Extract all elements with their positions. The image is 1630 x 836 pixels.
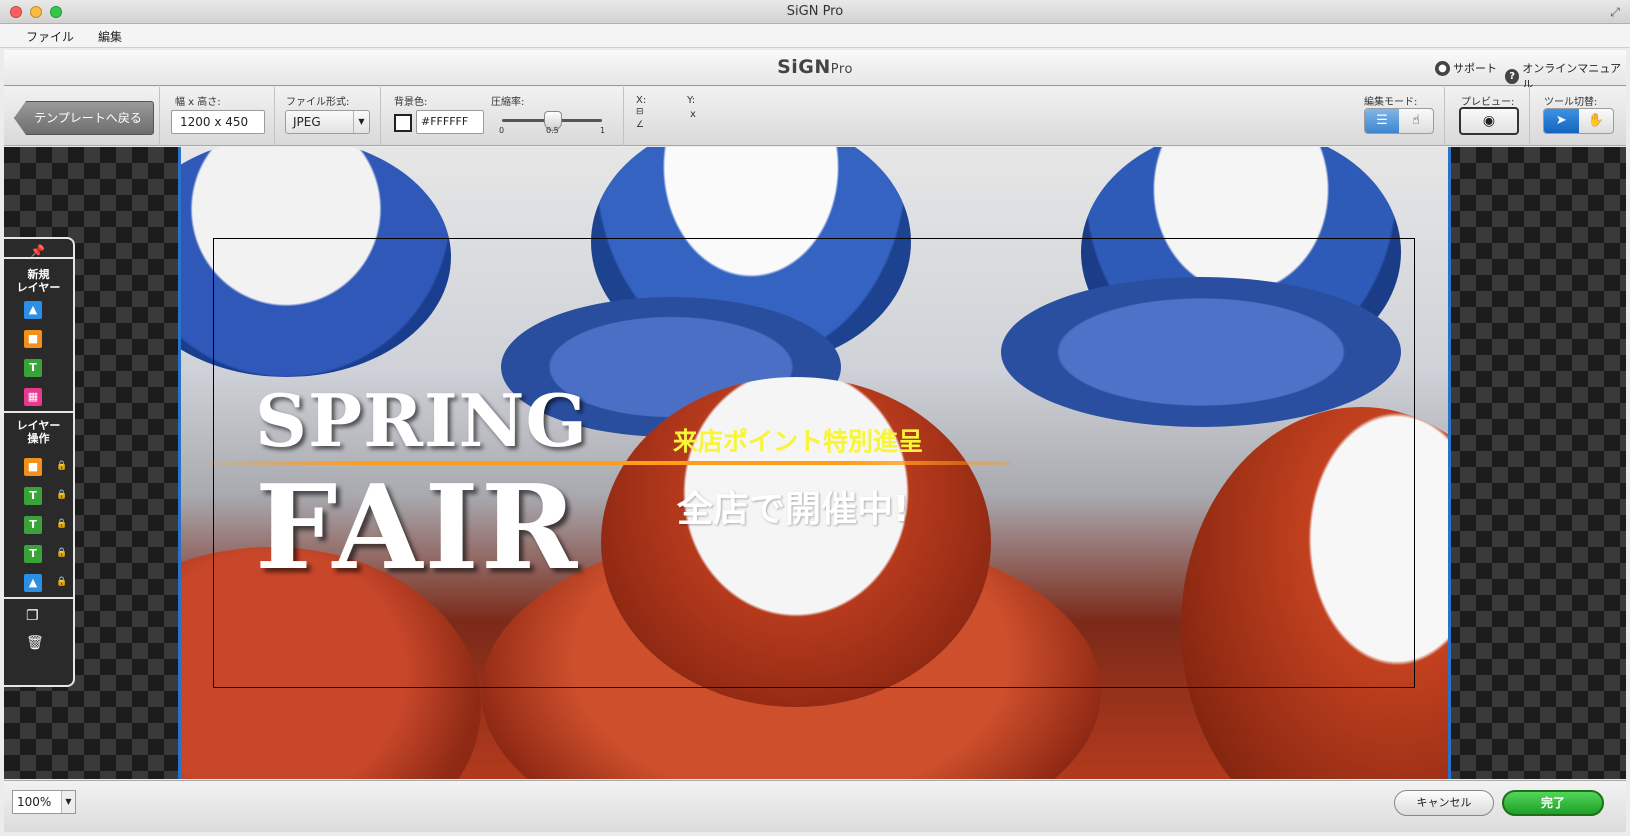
- headline-fair[interactable]: FAIR: [255, 460, 579, 596]
- support-label: サポート: [1453, 62, 1497, 75]
- layer-ops-title-1: レイヤー: [16, 419, 61, 432]
- position-icon: ⊟: [636, 107, 644, 117]
- pin-icon[interactable]: 📌: [30, 244, 45, 258]
- back-to-templates-button[interactable]: テンプレートへ戻る: [14, 101, 154, 135]
- headline-spring[interactable]: SPRING: [255, 378, 588, 463]
- tool-switch-label: ツール切替:: [1544, 97, 1598, 108]
- layer-item-text[interactable]: T: [24, 487, 42, 505]
- new-layer-title-1: 新規: [27, 268, 50, 281]
- file-format-value: JPEG: [293, 115, 321, 129]
- size-separator: x: [690, 109, 696, 120]
- app-logo: SiGNPro: [777, 56, 853, 78]
- layer-item-shape[interactable]: ■: [24, 458, 42, 476]
- tool-switch-toggle[interactable]: ➤ ✋: [1543, 108, 1614, 134]
- background-color-field[interactable]: #FFFFFF: [416, 110, 484, 134]
- size-field[interactable]: 1200 x 450: [171, 110, 265, 134]
- chevron-down-icon: ▼: [61, 791, 75, 813]
- layer-ops-title-2: 操作: [27, 432, 50, 445]
- window-titlebar: SiGN Pro ⤢: [0, 0, 1630, 24]
- compression-label: 圧縮率:: [491, 97, 525, 108]
- file-format-select[interactable]: JPEG ▼: [285, 110, 370, 134]
- promo-text-yellow[interactable]: 来店ポイント特別進呈: [673, 422, 923, 458]
- promo-text-white[interactable]: 全店で開催中!: [677, 480, 909, 532]
- new-table-layer-button[interactable]: ▦: [24, 388, 42, 406]
- slider-mid-tick: 0.5: [546, 126, 559, 135]
- file-format-label: ファイル形式:: [286, 97, 350, 108]
- slider-max-tick: 1: [600, 126, 606, 135]
- lock-icon[interactable]: 🔒: [56, 548, 67, 558]
- bottom-bar: [4, 780, 1626, 832]
- layer-mode-icon[interactable]: ☰: [1365, 109, 1399, 133]
- slider-min-tick: 0: [499, 126, 505, 135]
- background-color-swatch[interactable]: [394, 114, 412, 132]
- new-image-layer-button[interactable]: ▲: [24, 301, 42, 319]
- cancel-button[interactable]: キャンセル: [1394, 790, 1494, 816]
- new-shape-layer-button[interactable]: ■: [24, 330, 42, 348]
- layer-panel: 📌 新規 レイヤー ▲ ■ T ▦ レイヤー 操作 ■ 🔒 T 🔒 T 🔒 T …: [4, 237, 75, 687]
- menu-bar: ファイル 編集: [0, 24, 1630, 48]
- angle-icon: ∠: [636, 120, 645, 130]
- lock-icon[interactable]: 🔒: [56, 461, 67, 471]
- size-label: 幅 x 高さ:: [175, 97, 221, 108]
- layer-item-image[interactable]: ▲: [24, 574, 42, 592]
- edit-mode-toggle[interactable]: ☰ ☝: [1364, 108, 1434, 134]
- y-coordinate-label: Y:: [687, 95, 696, 106]
- help-icon: ?: [1505, 68, 1520, 84]
- x-coordinate-label: X:: [636, 95, 647, 106]
- preview-label: プレビュー:: [1461, 97, 1515, 108]
- lock-icon[interactable]: 🔒: [56, 490, 67, 500]
- lock-icon[interactable]: 🔒: [56, 577, 67, 587]
- menu-file[interactable]: ファイル: [26, 28, 74, 45]
- preview-button[interactable]: ◉: [1459, 107, 1519, 135]
- hand-icon[interactable]: ✋: [1579, 109, 1614, 133]
- fullscreen-icon[interactable]: ⤢: [1608, 5, 1622, 19]
- support-link[interactable]: ● サポート: [1435, 60, 1497, 76]
- menu-edit[interactable]: 編集: [98, 28, 122, 45]
- user-icon: ●: [1435, 60, 1450, 76]
- zoom-select[interactable]: 100% ▼: [12, 790, 76, 814]
- layer-item-text[interactable]: T: [24, 545, 42, 563]
- arrow-pointer-icon[interactable]: ➤: [1544, 109, 1579, 133]
- duplicate-icon[interactable]: ❐: [26, 608, 39, 624]
- new-text-layer-button[interactable]: T: [24, 359, 42, 377]
- hand-pointer-icon[interactable]: ☝: [1399, 109, 1433, 133]
- background-color-label: 背景色:: [394, 97, 428, 108]
- zoom-value: 100%: [17, 795, 52, 809]
- done-button[interactable]: 完了: [1502, 790, 1604, 816]
- new-layer-title-2: レイヤー: [16, 281, 61, 294]
- layer-item-text[interactable]: T: [24, 516, 42, 534]
- edit-mode-label: 編集モード:: [1364, 97, 1418, 108]
- window-title: SiGN Pro: [786, 4, 844, 19]
- chevron-down-icon: ▼: [353, 111, 369, 133]
- lock-icon[interactable]: 🔒: [56, 519, 67, 529]
- eye-icon: ◉: [1482, 113, 1496, 129]
- trash-icon[interactable]: 🗑: [26, 635, 44, 651]
- app-header: SiGNPro ● サポート ? オンラインマニュアル: [4, 50, 1626, 91]
